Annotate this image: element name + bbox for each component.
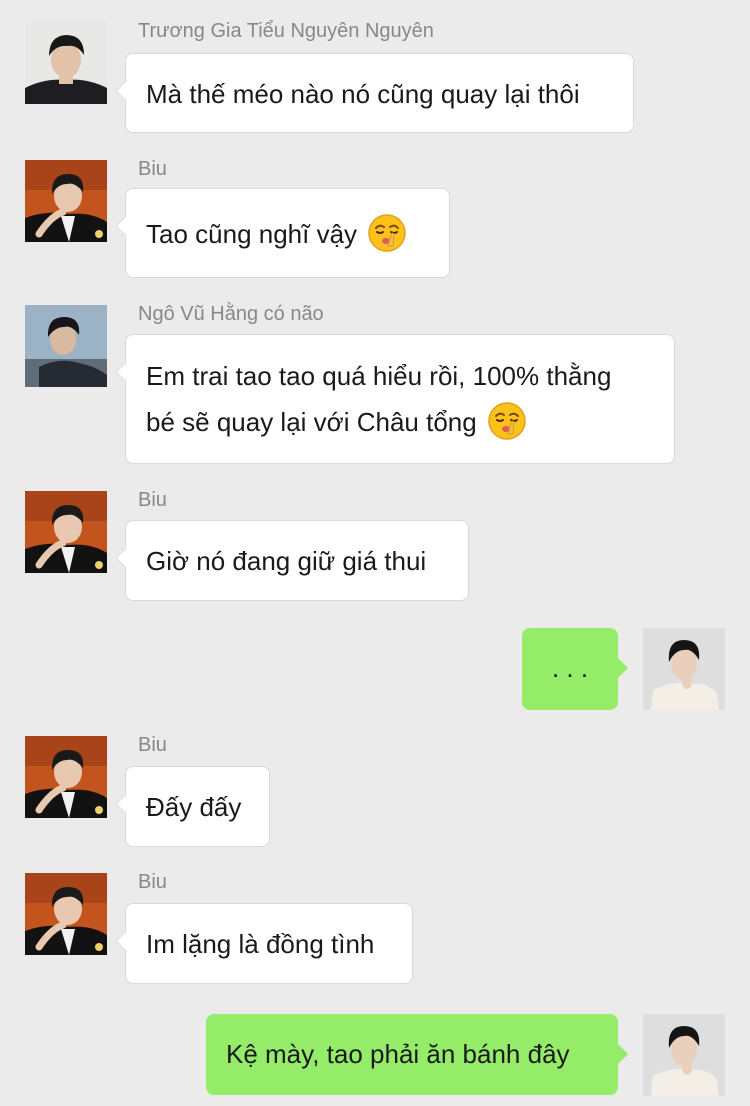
sender-name: Biu (138, 489, 167, 511)
sender-name: Biu (138, 871, 167, 893)
shushing-face-emoji (367, 213, 407, 253)
message-bubble[interactable]: . . . (522, 628, 628, 710)
avatar[interactable] (25, 491, 107, 573)
message-text-line: Em trai tao tao quá hiểu rồi, 100% thằng (146, 361, 612, 391)
message-bubble[interactable]: Im lặng là đồng tình (116, 903, 413, 984)
sender-name: Biu (138, 158, 167, 180)
avatar[interactable] (25, 160, 107, 242)
message-text: Im lặng là đồng tình (146, 929, 375, 959)
message-text: Mà thế méo nào nó cũng quay lại thôi (146, 79, 580, 109)
shushing-face-emoji (487, 401, 527, 441)
avatar[interactable] (25, 305, 107, 387)
message-text: . . . (551, 653, 589, 683)
message-text: Đấy đấy (146, 792, 242, 822)
avatar[interactable] (25, 22, 107, 104)
message-bubble[interactable]: Đấy đấy (116, 766, 270, 847)
message-text-line: bé sẽ quay lại với Châu tổng (146, 407, 477, 437)
message-text: Giờ nó đang giữ giá thui (146, 546, 427, 576)
avatar[interactable] (643, 1014, 725, 1096)
message-bubble[interactable]: Tao cũng nghĩ vậy (116, 188, 450, 278)
avatar[interactable] (643, 628, 725, 710)
message-text: Tao cũng nghĩ vậy (146, 219, 358, 249)
message-text: Kệ mày, tao phải ăn bánh đây (226, 1039, 570, 1069)
sender-name: Ngô Vũ Hằng có não (138, 303, 324, 325)
avatar[interactable] (25, 736, 107, 818)
sender-name: Trương Gia Tiểu Nguyên Nguyên (138, 20, 434, 42)
message-bubble[interactable]: Em trai tao tao quá hiểu rồi, 100% thằng… (116, 334, 675, 464)
message-bubble[interactable]: Mà thế méo nào nó cũng quay lại thôi (116, 53, 634, 133)
message-bubble[interactable]: Giờ nó đang giữ giá thui (116, 520, 469, 601)
avatar[interactable] (25, 873, 107, 955)
sender-name: Biu (138, 734, 167, 756)
message-bubble[interactable]: Kệ mày, tao phải ăn bánh đây (206, 1014, 628, 1095)
